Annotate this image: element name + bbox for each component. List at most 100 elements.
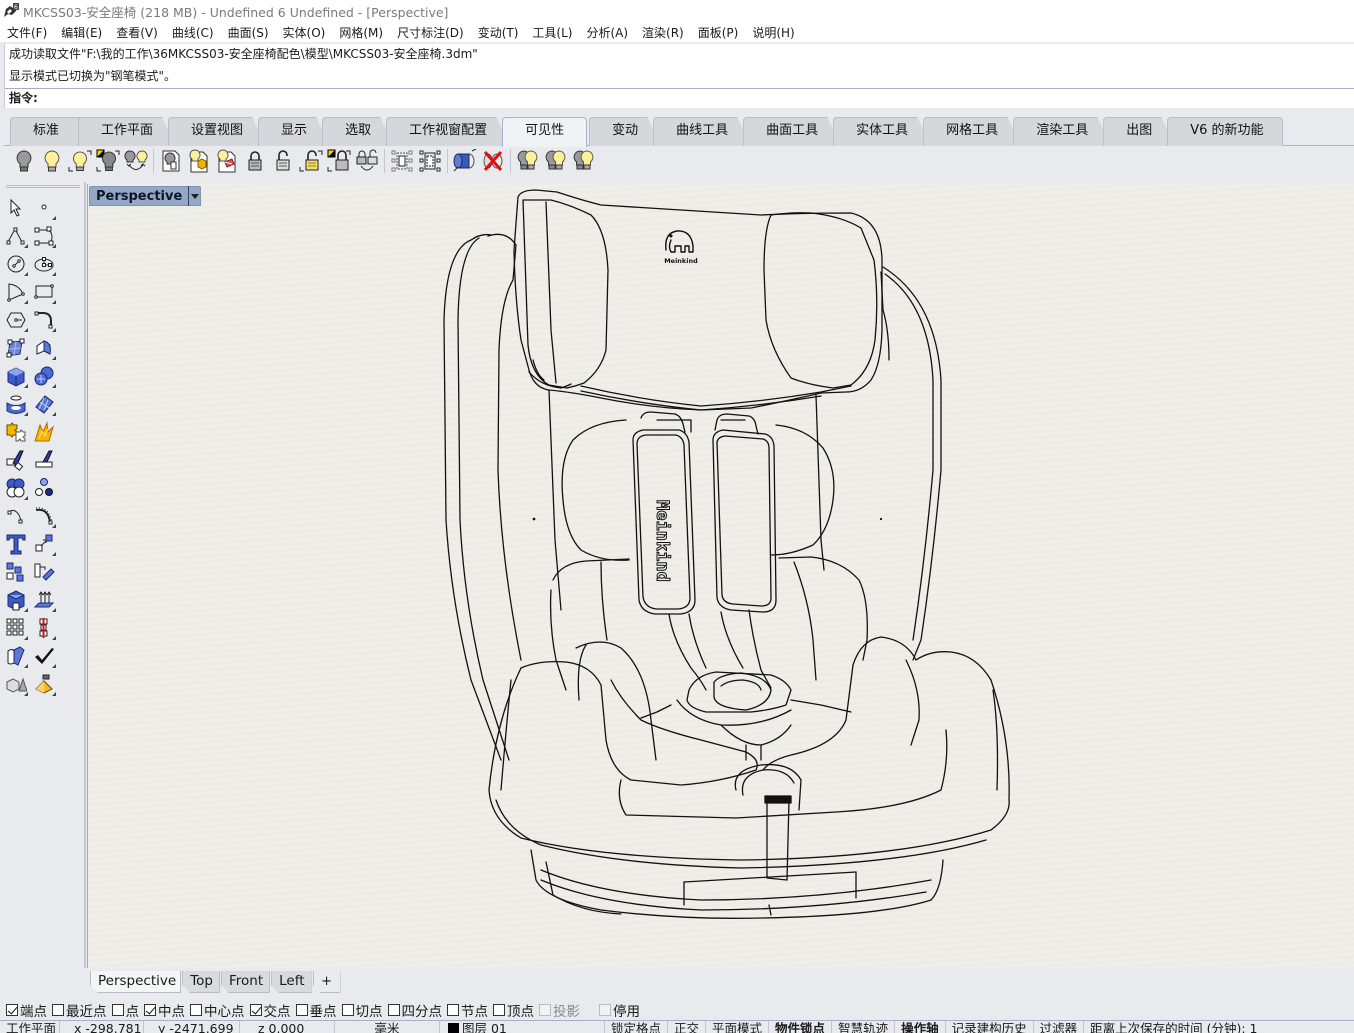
osnap-tangent[interactable]: 切点 [341, 1000, 383, 1020]
hide-in-detail-button[interactable] [157, 147, 185, 175]
status-gumball[interactable]: 操作轴 [895, 1021, 946, 1033]
invert-lock-button[interactable] [325, 147, 353, 175]
osnap-checkbox[interactable] [599, 1004, 611, 1016]
osnap-perpendicular[interactable]: 垂点 [295, 1000, 337, 1020]
tab-select[interactable]: 选取 [322, 117, 394, 146]
osnap-disable[interactable]: 停用 [599, 1000, 640, 1020]
osnap-center[interactable]: 中心点 [190, 1000, 245, 1020]
explode-tool[interactable] [30, 418, 58, 446]
analyze-direction-tool[interactable] [2, 642, 30, 670]
osnap-near[interactable]: 最近点 [52, 1000, 107, 1020]
render-light-tool[interactable] [30, 670, 58, 698]
osnap-checkbox[interactable] [249, 1004, 262, 1016]
tab-standard[interactable]: 标准 [10, 117, 87, 146]
viewport-tab-front[interactable]: Front [221, 971, 270, 993]
menu-edit[interactable]: 编辑(E) [61, 24, 102, 41]
show-selected-objects-button[interactable] [66, 147, 94, 175]
surface-from-points-tool[interactable] [2, 334, 30, 362]
menu-mesh[interactable]: 网格(M) [339, 24, 383, 41]
show-points-button[interactable] [416, 147, 444, 175]
arc-tool[interactable] [2, 278, 30, 306]
control-point-curve-tool[interactable] [30, 222, 58, 250]
menu-dimension[interactable]: 尺寸标注(D) [397, 24, 464, 41]
viewport-tab-top[interactable]: Top [182, 971, 220, 993]
fillet-curve-tool[interactable] [30, 306, 58, 334]
add-viewport-tab-button[interactable]: + [313, 971, 341, 993]
status-cplane[interactable]: 工作平面 [0, 1021, 60, 1033]
osnap-checkbox[interactable] [6, 1004, 18, 1016]
curve-on-surface-tool[interactable] [30, 502, 58, 530]
tab-visibility[interactable]: 可见性 [502, 117, 588, 147]
unisolate-button[interactable] [542, 147, 570, 175]
menu-render[interactable]: 渲染(R) [642, 24, 684, 41]
tab-viewport-layout[interactable]: 工作视窗配置 [386, 117, 510, 146]
viewport-tab-perspective[interactable]: Perspective [90, 971, 181, 993]
rectangle-tool[interactable] [30, 278, 58, 306]
swap-hidden-visible-button[interactable] [122, 147, 150, 175]
menu-file[interactable]: 文件(F) [7, 24, 47, 41]
osnap-mid[interactable]: 中点 [144, 1000, 185, 1020]
trim-tool[interactable] [2, 446, 30, 474]
hide-objects-button[interactable] [10, 147, 38, 175]
osnap-vertex[interactable]: 顶点 [493, 1000, 534, 1020]
scale-tool[interactable] [30, 530, 58, 558]
osnap-point[interactable]: 点 [111, 1000, 139, 1020]
toolbar-grip[interactable] [6, 185, 80, 188]
tab-curve-tools[interactable]: 曲线工具 [653, 117, 751, 146]
ungroup-tool[interactable] [30, 474, 58, 502]
solid-tools-tool[interactable] [2, 586, 30, 614]
perspective-viewport[interactable]: Meinkind Meinkind Perspective [87, 184, 1354, 968]
tab-cplanes[interactable]: 工作平面 [78, 117, 176, 146]
isolate-button[interactable] [514, 147, 542, 175]
osnap-project[interactable]: 投影 [539, 1000, 580, 1020]
mesh-surface-tool[interactable] [30, 390, 58, 418]
osnap-checkbox[interactable] [190, 1004, 202, 1016]
grid-array-tool[interactable] [2, 614, 30, 642]
show-objects-button[interactable] [38, 147, 66, 175]
split-tool[interactable] [30, 446, 58, 474]
osnap-quadrant[interactable]: 四分点 [387, 1000, 442, 1020]
tab-new-in-v6[interactable]: V6 的新功能 [1167, 117, 1283, 146]
osnap-checkbox[interactable] [447, 1004, 459, 1016]
tab-render-tools[interactable]: 渲染工具 [1013, 117, 1111, 146]
hide-backfaces-button[interactable] [451, 147, 479, 175]
unlock-objects-button[interactable] [269, 147, 297, 175]
osnap-checkbox[interactable] [52, 1004, 64, 1016]
tab-surface-tools[interactable]: 曲面工具 [743, 117, 841, 146]
render-object-tool[interactable] [2, 670, 30, 698]
status-osnap[interactable]: 物件锁点 [769, 1021, 833, 1033]
show-selected-in-detail-button[interactable] [213, 147, 241, 175]
status-layer[interactable]: 图层 01 [440, 1021, 605, 1033]
circle-tool[interactable] [2, 250, 30, 278]
menu-transform[interactable]: 变动(T) [478, 24, 519, 41]
osnap-checkbox[interactable] [341, 1004, 354, 1016]
menu-panels[interactable]: 面板(P) [698, 24, 739, 41]
tab-set-view[interactable]: 设置视图 [168, 117, 266, 146]
status-smarttrack[interactable]: 智慧轨迹 [832, 1021, 896, 1033]
text-tool[interactable] [2, 530, 30, 558]
select-tool[interactable] [2, 194, 30, 222]
menu-view[interactable]: 查看(V) [116, 24, 158, 41]
array-tool[interactable] [2, 558, 30, 586]
lock-objects-button[interactable] [241, 147, 269, 175]
viewport-title[interactable]: Perspective [89, 186, 202, 206]
group-tool[interactable] [2, 474, 30, 502]
menu-curve[interactable]: 曲线(C) [172, 24, 214, 41]
menu-solid[interactable]: 实体(O) [283, 24, 326, 41]
tab-drafting[interactable]: 出图 [1103, 117, 1175, 146]
osnap-checkbox[interactable] [144, 1004, 156, 1016]
project-to-cplane-tool[interactable] [30, 586, 58, 614]
osnap-intersection[interactable]: 交点 [249, 1000, 291, 1020]
orient-tool[interactable] [30, 558, 58, 586]
osnap-checkbox[interactable] [387, 1004, 400, 1016]
dimension-tool[interactable] [30, 614, 58, 642]
hide-points-button[interactable] [388, 147, 416, 175]
point-tool[interactable] [30, 194, 58, 222]
osnap-checkbox[interactable] [295, 1004, 308, 1016]
osnap-checkbox[interactable] [493, 1004, 505, 1016]
box-tool[interactable] [2, 362, 30, 390]
menu-analyze[interactable]: 分析(A) [586, 24, 628, 41]
viewport-tab-left[interactable]: Left [271, 971, 311, 993]
polygon-tool[interactable] [2, 306, 30, 334]
osnap-end[interactable]: 端点 [6, 1000, 47, 1020]
